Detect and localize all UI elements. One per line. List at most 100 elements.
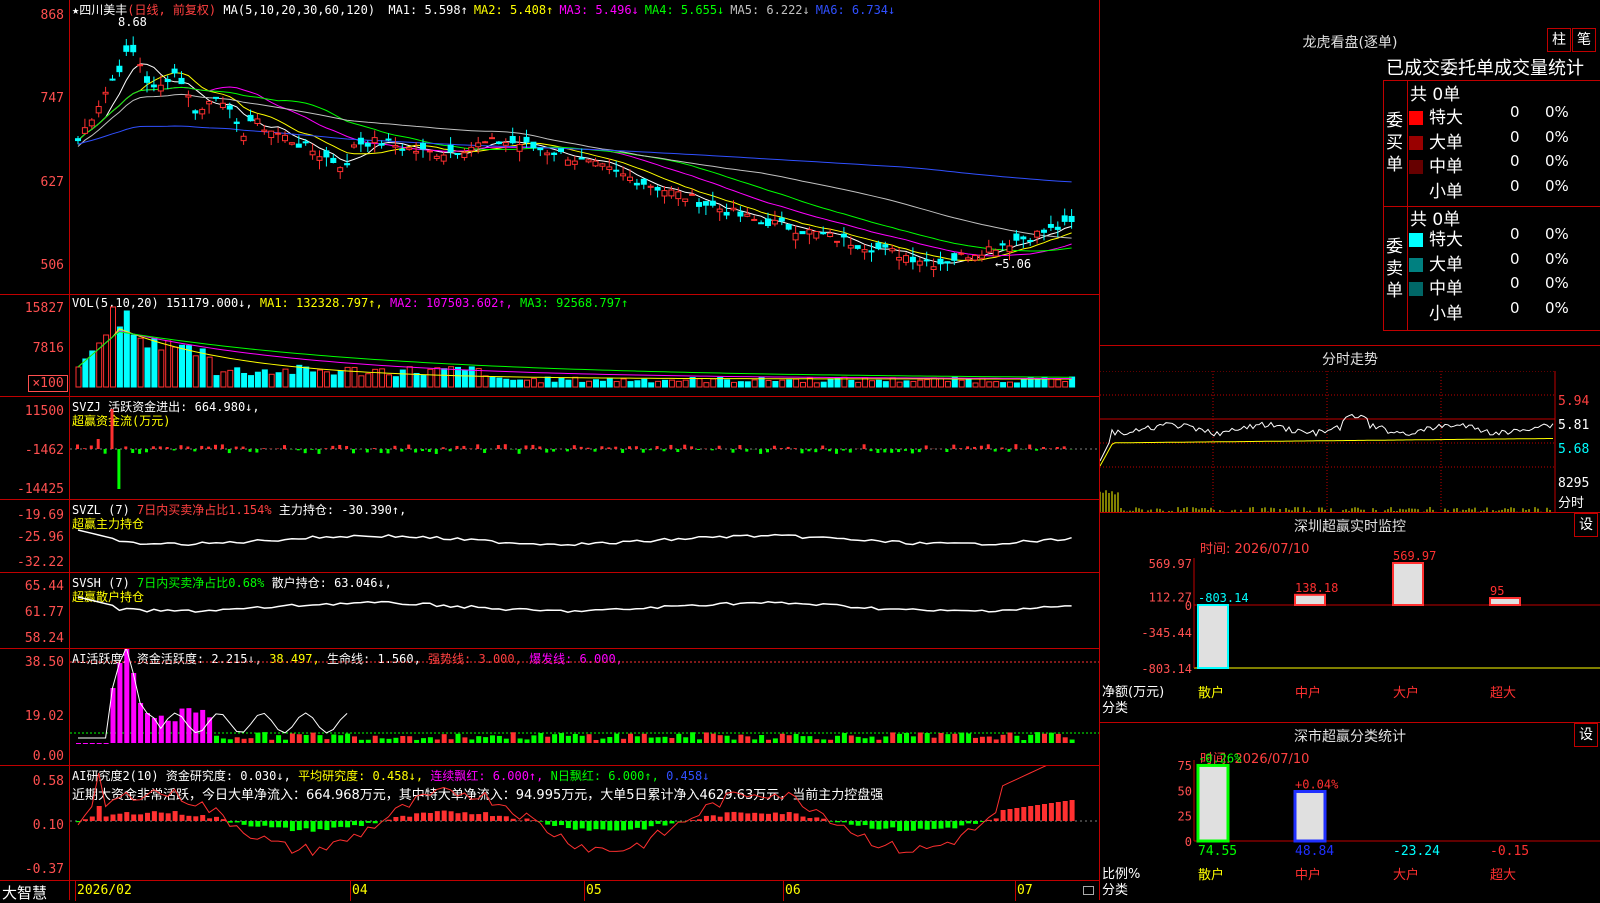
candle-body bbox=[890, 249, 895, 251]
flow-bar bbox=[621, 449, 624, 453]
sell-row-count: 0 bbox=[1510, 225, 1520, 243]
flow-bar bbox=[1014, 444, 1017, 449]
activity-bar bbox=[663, 737, 668, 743]
candle-body bbox=[697, 203, 702, 207]
y-tick: -1462 bbox=[0, 443, 64, 458]
activity-bar bbox=[476, 736, 481, 743]
flow-bar bbox=[683, 445, 686, 449]
kline-chart[interactable]: 8.68←5.06 bbox=[70, 0, 1100, 295]
flow-bar bbox=[111, 409, 114, 449]
flow-bar bbox=[304, 449, 307, 453]
svzl-chart[interactable] bbox=[70, 500, 1100, 573]
activity-bar bbox=[649, 738, 654, 743]
volume-bar bbox=[456, 367, 461, 387]
activity-bar bbox=[876, 740, 881, 743]
classify-category: 大户 bbox=[1393, 867, 1419, 883]
flow-bar bbox=[876, 449, 879, 453]
candle-body bbox=[979, 255, 984, 258]
research-bar bbox=[490, 816, 495, 821]
research-bar bbox=[180, 815, 185, 821]
candle-body bbox=[1069, 216, 1074, 221]
volume-bar bbox=[214, 376, 219, 387]
activity-bar bbox=[311, 733, 316, 743]
research-bar bbox=[752, 813, 757, 821]
buy-row-pct: 0% bbox=[1545, 177, 1569, 195]
flow-bar bbox=[152, 446, 155, 449]
flow-bar bbox=[614, 447, 617, 449]
candle-body bbox=[766, 219, 771, 225]
candle-body bbox=[324, 151, 329, 157]
activity-bar bbox=[683, 737, 688, 743]
research-bar bbox=[311, 821, 316, 832]
activity-bar bbox=[849, 735, 854, 743]
realtime-panel: 深圳超赢实时监控 设 时间: 2026/07/10 净额(万元) 分类 569.… bbox=[1100, 512, 1600, 722]
volume-pane[interactable]: 15827 7816 ×100 VOL(5,10,20) 151179.000↓… bbox=[0, 295, 1100, 397]
volume-bar bbox=[304, 367, 309, 387]
volume-bar bbox=[835, 379, 840, 387]
activity-bar bbox=[945, 734, 950, 743]
sell-color-swatch bbox=[1409, 258, 1423, 272]
flow-bar bbox=[711, 449, 714, 450]
buy-row-count: 0 bbox=[1510, 177, 1520, 195]
flow-bar bbox=[462, 446, 465, 449]
volume-bar bbox=[911, 381, 916, 387]
volume-bar bbox=[814, 383, 819, 387]
activity-bar bbox=[897, 734, 902, 743]
ai-research-chart[interactable] bbox=[70, 766, 1100, 880]
candle-body bbox=[517, 145, 522, 152]
svzl-pane[interactable]: -19.69 -25.96 -32.22 SVZL (7) 7日内买卖净占比1.… bbox=[0, 500, 1100, 573]
flow-bar bbox=[1035, 449, 1038, 451]
candle-body bbox=[738, 212, 743, 216]
ai-research-pane[interactable]: 0.58 0.10 -0.37 AI研究度2(10) 资金研究度: 0.030↓… bbox=[0, 766, 1100, 880]
ma-line-6 bbox=[78, 126, 1072, 182]
buy-row-pct: 0% bbox=[1545, 152, 1569, 170]
volume-bar bbox=[124, 311, 129, 387]
ai-active-pane[interactable]: 38.50 19.02 0.00 AI活跃度2 资金活跃度: 2.215↓, 3… bbox=[0, 649, 1100, 766]
svzj-chart[interactable] bbox=[70, 397, 1100, 500]
buy-row: 小单 bbox=[1409, 177, 1463, 202]
volume-bar bbox=[745, 382, 750, 387]
volume-bar bbox=[276, 373, 281, 387]
flow-bar bbox=[214, 445, 217, 449]
volume-bar bbox=[780, 380, 785, 387]
lock-icon[interactable] bbox=[1083, 886, 1094, 895]
research-bar bbox=[904, 821, 909, 831]
classify-y-tick: 0 bbox=[1185, 835, 1192, 849]
activity-bar bbox=[324, 739, 329, 743]
realtime-bar-3 bbox=[1490, 598, 1520, 605]
intraday-y-tick: 5.94 bbox=[1558, 394, 1589, 409]
research-bar bbox=[994, 818, 999, 821]
volume-chart[interactable] bbox=[70, 295, 1100, 397]
research-bar bbox=[621, 821, 626, 830]
kline-pane[interactable]: 868 747 627 506 ★四川美丰(日线, 前复权) MA(5,10,2… bbox=[0, 0, 1100, 295]
volume-bar bbox=[497, 378, 502, 387]
candle-body bbox=[414, 151, 419, 153]
volume-bar bbox=[642, 379, 647, 387]
svsh-chart[interactable] bbox=[70, 573, 1100, 649]
activity-bar bbox=[1042, 734, 1047, 743]
volume-bar bbox=[531, 379, 536, 387]
volume-bar bbox=[262, 370, 267, 387]
intraday-panel[interactable]: 分时走势 5.94 5.81 5.68 8295 分时 bbox=[1100, 345, 1600, 512]
svzj-pane[interactable]: 11500 -1462 -14425 SVZJ 活跃资金进出: 664.980↓… bbox=[0, 397, 1100, 500]
research-bar bbox=[635, 821, 640, 828]
flow-bar bbox=[1063, 446, 1066, 449]
volume-bar bbox=[614, 382, 619, 387]
flow-bar bbox=[945, 449, 948, 452]
activity-bar bbox=[559, 733, 564, 743]
tick-mode-button[interactable]: 笔 bbox=[1572, 28, 1596, 52]
volume-bar bbox=[1063, 381, 1068, 387]
intraday-chart[interactable] bbox=[1100, 371, 1600, 513]
ai-active-chart[interactable] bbox=[70, 649, 1100, 766]
activity-bar bbox=[214, 736, 219, 743]
volume-bar bbox=[683, 380, 688, 387]
buy-total: 共 0单 bbox=[1410, 80, 1460, 105]
vol-ma-line bbox=[78, 331, 1072, 379]
activity-bar bbox=[545, 737, 550, 743]
buy-color-swatch bbox=[1409, 136, 1423, 150]
candle-body bbox=[200, 109, 205, 113]
candle-body bbox=[207, 101, 212, 104]
bar-mode-button[interactable]: 柱 bbox=[1547, 28, 1571, 52]
svsh-pane[interactable]: 65.44 61.77 58.24 SVSH (7) 7日内买卖净占比0.68%… bbox=[0, 573, 1100, 649]
activity-bar bbox=[890, 732, 895, 743]
